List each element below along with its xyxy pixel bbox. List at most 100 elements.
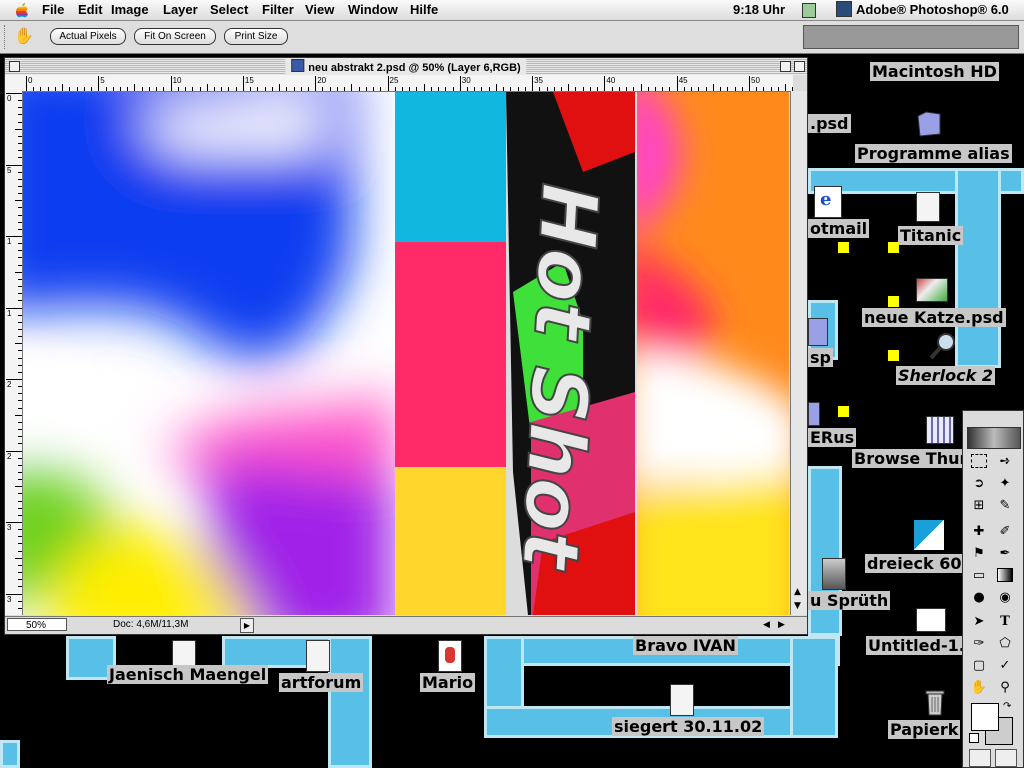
clone-stamp-tool-icon[interactable]: ⚑ xyxy=(967,543,991,563)
desktop-icon-label[interactable]: siegert 30.11.02 xyxy=(612,717,765,736)
brush-tool-icon[interactable]: ✐ xyxy=(993,521,1017,541)
folder-icon[interactable] xyxy=(808,402,820,426)
crop-tool-icon[interactable]: ⊞ xyxy=(967,495,991,515)
menu-window[interactable]: Window xyxy=(348,2,398,17)
desktop-icon-label[interactable]: Browse Thum xyxy=(852,449,979,468)
menu-view[interactable]: View xyxy=(305,2,334,17)
lasso-tool-icon[interactable]: ➲ xyxy=(967,473,991,493)
options-bar-grip[interactable] xyxy=(4,25,9,49)
actual-pixels-button[interactable]: Actual Pixels xyxy=(50,28,126,45)
default-colors-icon[interactable] xyxy=(969,733,979,743)
eyedropper-tool-icon[interactable]: ✓ xyxy=(993,655,1017,675)
vertical-ruler[interactable]: 0 5 1 1 2 2 3 3 xyxy=(5,91,23,615)
desktop-icon-label[interactable]: Titanic xyxy=(898,226,964,245)
image-canvas[interactable]: Hot Shot xyxy=(23,92,789,615)
image-thumbnail-icon[interactable] xyxy=(916,278,948,302)
desktop-icon-label[interactable]: Jaenisch Maengel xyxy=(107,665,269,684)
image-thumbnail-icon[interactable] xyxy=(914,520,944,550)
status-menu-arrow-icon[interactable]: ▶ xyxy=(240,618,254,633)
toolbox-palette[interactable]: ➺ ➲ ✦ ⊞ ✎ ✚ ✐ ⚑ ✒ ▭ ● ◉ ➤ T ✑ ⬠ ▢ ✓ ✋ ⚲ … xyxy=(962,410,1024,768)
desktop-icon-label[interactable]: Sherlock 2 xyxy=(896,366,995,385)
desktop-icon-label[interactable]: Untitled-1. xyxy=(866,636,967,655)
close-box-icon[interactable] xyxy=(9,61,20,72)
notes-tool-icon[interactable]: ▢ xyxy=(967,655,991,675)
document-icon[interactable] xyxy=(306,640,330,672)
apple-menu-icon[interactable] xyxy=(14,2,30,18)
eraser-tool-icon[interactable]: ▭ xyxy=(967,565,991,585)
gradient-tool-icon[interactable] xyxy=(993,565,1017,585)
document-icon[interactable] xyxy=(916,608,946,632)
scroll-up-arrow-icon[interactable]: ▲ xyxy=(794,587,801,597)
magnifier-icon[interactable] xyxy=(928,332,958,360)
document-icon[interactable] xyxy=(172,640,196,668)
swap-colors-icon[interactable]: ↷ xyxy=(1003,701,1011,712)
desktop-icon-label[interactable]: otmail xyxy=(808,219,870,238)
folder-icon[interactable] xyxy=(916,108,942,138)
history-brush-tool-icon[interactable]: ✒ xyxy=(993,543,1017,563)
move-tool-icon[interactable]: ➺ xyxy=(993,451,1017,471)
shape-tool-icon[interactable]: ⬠ xyxy=(993,633,1017,653)
path-selection-tool-icon[interactable]: ➤ xyxy=(967,611,991,631)
horizontal-ruler[interactable]: 0 5 10 15 20 25 30 35 40 45 50 xyxy=(22,75,793,92)
vertical-scrollbar[interactable]: ▲ ▼ xyxy=(790,91,807,615)
healing-brush-tool-icon[interactable]: ✚ xyxy=(967,521,991,541)
dodge-tool-icon[interactable]: ◉ xyxy=(993,587,1017,607)
zoom-tool-icon[interactable]: ⚲ xyxy=(993,677,1017,697)
menu-help[interactable]: Hilfe xyxy=(410,2,438,17)
internet-explorer-icon[interactable]: e xyxy=(814,186,842,218)
desktop-icon-label[interactable]: Mario xyxy=(420,673,476,692)
desktop-icon-label[interactable]: Programme alias xyxy=(855,144,1012,163)
menu-image[interactable]: Image xyxy=(111,2,149,17)
menu-file[interactable]: File xyxy=(42,2,64,17)
menu-edit[interactable]: Edit xyxy=(78,2,103,17)
document-title-bar[interactable]: neu abstrakt 2.psd @ 50% (Layer 6,RGB) xyxy=(5,58,807,75)
fit-on-screen-button[interactable]: Fit On Screen xyxy=(134,28,216,45)
menu-clock[interactable]: 9:18 Uhr xyxy=(733,2,785,17)
desktop-icon-label[interactable]: artforum xyxy=(279,673,364,692)
document-window[interactable]: neu abstrakt 2.psd @ 50% (Layer 6,RGB) 0… xyxy=(4,57,808,635)
pen-tool-icon[interactable]: ✑ xyxy=(967,633,991,653)
magic-wand-tool-icon[interactable]: ✦ xyxy=(993,473,1017,493)
type-tool-icon[interactable]: T xyxy=(993,611,1017,631)
desktop-icon-label[interactable]: .psd xyxy=(808,114,851,133)
scroll-down-arrow-icon[interactable]: ▼ xyxy=(794,601,801,611)
scroll-left-arrow-icon[interactable]: ◀ xyxy=(763,619,770,630)
menu-filter[interactable]: Filter xyxy=(262,2,294,17)
toolbox-header-image[interactable] xyxy=(967,427,1021,449)
print-size-button[interactable]: Print Size xyxy=(224,28,288,45)
desktop-icon-label[interactable]: ERus xyxy=(808,428,857,447)
scroll-right-arrow-icon[interactable]: ▶ xyxy=(778,619,785,630)
document-icon[interactable] xyxy=(670,684,694,716)
desktop-icon-label[interactable]: neue Katze.psd xyxy=(862,308,1006,327)
desktop-icon-label[interactable]: sp xyxy=(808,348,833,367)
image-thumbnail-icon[interactable] xyxy=(822,558,846,590)
slice-tool-icon[interactable]: ✎ xyxy=(993,495,1017,515)
zoom-box-icon[interactable] xyxy=(780,61,791,72)
ruler-origin[interactable] xyxy=(5,75,23,92)
hand-tool-icon[interactable]: ✋ xyxy=(967,677,991,697)
desktop-icon-label[interactable]: Bravo IVAN xyxy=(633,636,738,655)
palette-well[interactable] xyxy=(803,25,1019,49)
desktop-icon-label[interactable]: dreieck 60. xyxy=(865,554,970,573)
battery-icon[interactable] xyxy=(802,3,816,18)
document-icon[interactable] xyxy=(916,192,940,222)
desktop-icon-label[interactable]: u Sprüth xyxy=(808,591,891,610)
browser-icon[interactable] xyxy=(926,416,954,444)
zoom-field[interactable]: 50% xyxy=(7,618,67,631)
standard-mode-icon[interactable] xyxy=(969,749,991,767)
trash-icon[interactable] xyxy=(924,686,946,716)
application-menu[interactable]: Adobe® Photoshop® 6.0 xyxy=(836,1,1009,17)
menu-select[interactable]: Select xyxy=(210,2,248,17)
collapse-box-icon[interactable] xyxy=(794,61,805,72)
marquee-tool-icon[interactable] xyxy=(967,451,991,471)
foreground-color-swatch[interactable] xyxy=(971,703,999,731)
desktop-icon-label[interactable]: Macintosh HD xyxy=(870,62,999,81)
image-thumbnail-icon[interactable] xyxy=(438,640,462,672)
ruler-tick xyxy=(286,87,288,91)
quick-mask-mode-icon[interactable] xyxy=(995,749,1017,767)
folder-icon[interactable] xyxy=(808,318,828,346)
menu-layer[interactable]: Layer xyxy=(163,2,198,17)
ruler-tick xyxy=(6,450,22,452)
blur-tool-icon[interactable]: ● xyxy=(967,587,991,607)
desktop-icon-label[interactable]: Papierk xyxy=(888,720,961,739)
